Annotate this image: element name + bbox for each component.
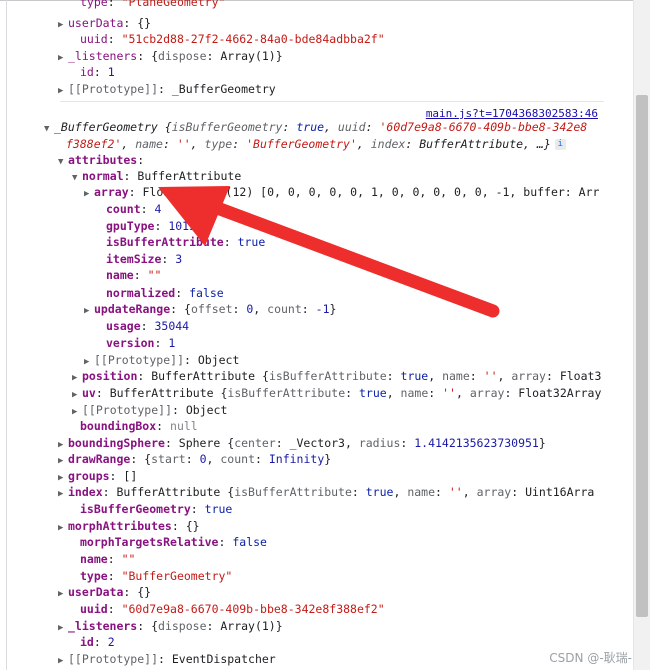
arrow-shaft	[205, 199, 500, 318]
watermark: CSDN @-耿瑞-	[549, 651, 632, 665]
annotation-arrow	[158, 186, 500, 318]
arrow-head	[158, 186, 230, 246]
devtools-console-panel: main.js?t=1704368302583:46 type: "PlaneG…	[0, 0, 650, 670]
